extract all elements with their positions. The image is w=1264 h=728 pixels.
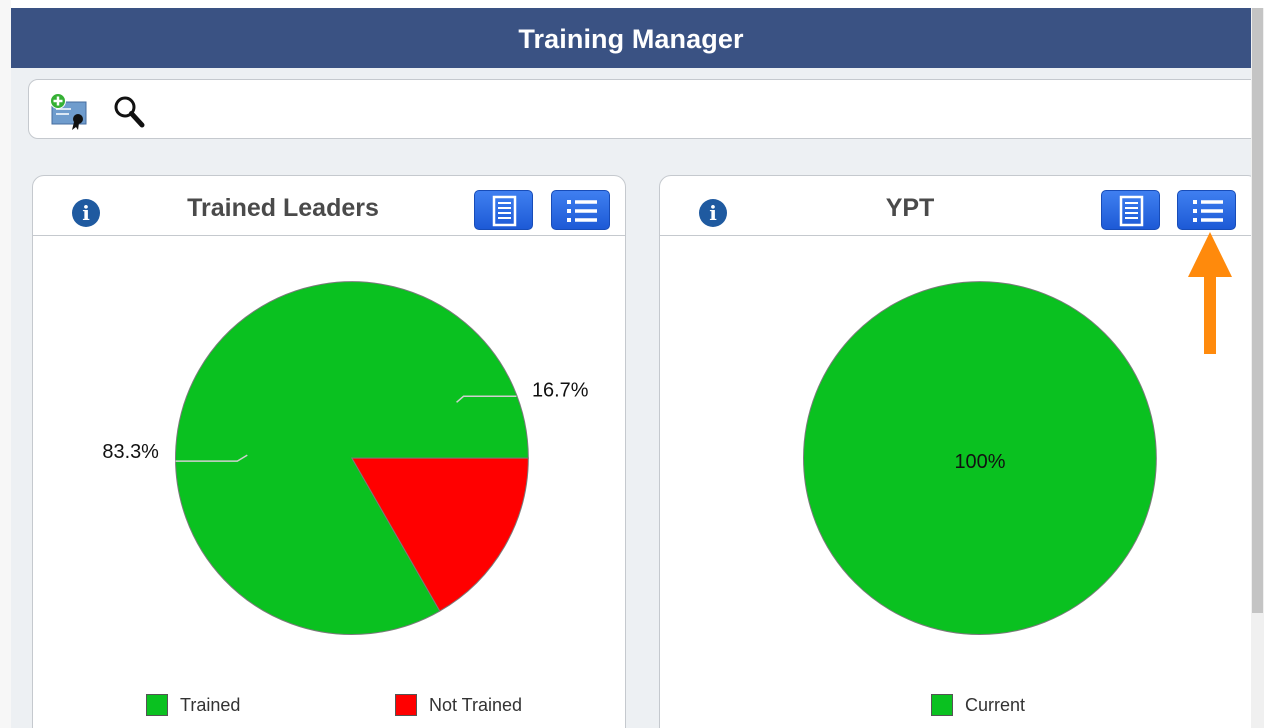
trained-leaders-pie-chart: 83.3% 16.7% bbox=[102, 281, 589, 635]
annotation-arrow bbox=[1188, 232, 1232, 354]
panel-header: i YPT bbox=[660, 176, 1251, 236]
search-icon bbox=[114, 96, 145, 128]
ypt-panel: i YPT 100% Current bbox=[659, 175, 1251, 728]
panel-header: i Trained Leaders bbox=[33, 176, 625, 236]
panel-title: Trained Leaders bbox=[187, 194, 379, 222]
panel-title: YPT bbox=[885, 194, 935, 222]
legend-label: Trained bbox=[180, 694, 241, 715]
data-label: 100% bbox=[954, 451, 1005, 473]
page-title: Training Manager bbox=[11, 8, 1251, 68]
trained-leaders-panel: i Trained Leaders 83.3% 16.7% Trained No… bbox=[32, 175, 626, 728]
list-view-icon bbox=[567, 200, 597, 222]
legend-swatch bbox=[395, 694, 417, 716]
report-view-button[interactable] bbox=[1101, 190, 1160, 230]
page-edge bbox=[0, 0, 11, 728]
info-icon[interactable]: i bbox=[699, 199, 727, 227]
data-label: 83.3% bbox=[102, 441, 159, 463]
search-button[interactable] bbox=[110, 92, 150, 132]
report-view-icon bbox=[1119, 195, 1144, 227]
add-certificate-icon bbox=[50, 93, 87, 130]
data-label: 16.7% bbox=[532, 379, 589, 401]
ypt-pie-chart: 100% bbox=[803, 281, 1157, 636]
training-manager-app: Training Manager i Trained Leaders 83.3%… bbox=[11, 8, 1251, 728]
legend-swatch bbox=[146, 694, 168, 716]
report-view-icon bbox=[492, 195, 517, 227]
legend-swatch bbox=[931, 694, 953, 716]
legend-item-current[interactable]: Current bbox=[931, 693, 1025, 717]
legend-item-trained[interactable]: Trained bbox=[146, 693, 240, 717]
legend-label: Current bbox=[965, 694, 1026, 715]
legend-item-not-trained[interactable]: Not Trained bbox=[395, 693, 522, 717]
scrollbar[interactable] bbox=[1251, 8, 1264, 728]
toolbar bbox=[28, 79, 1251, 139]
list-view-button[interactable] bbox=[551, 190, 610, 230]
scrollbar-thumb[interactable] bbox=[1252, 8, 1263, 613]
report-view-button[interactable] bbox=[474, 190, 533, 230]
add-certificate-button[interactable] bbox=[49, 92, 89, 132]
info-icon[interactable]: i bbox=[72, 199, 100, 227]
legend-label: Not Trained bbox=[429, 694, 523, 715]
